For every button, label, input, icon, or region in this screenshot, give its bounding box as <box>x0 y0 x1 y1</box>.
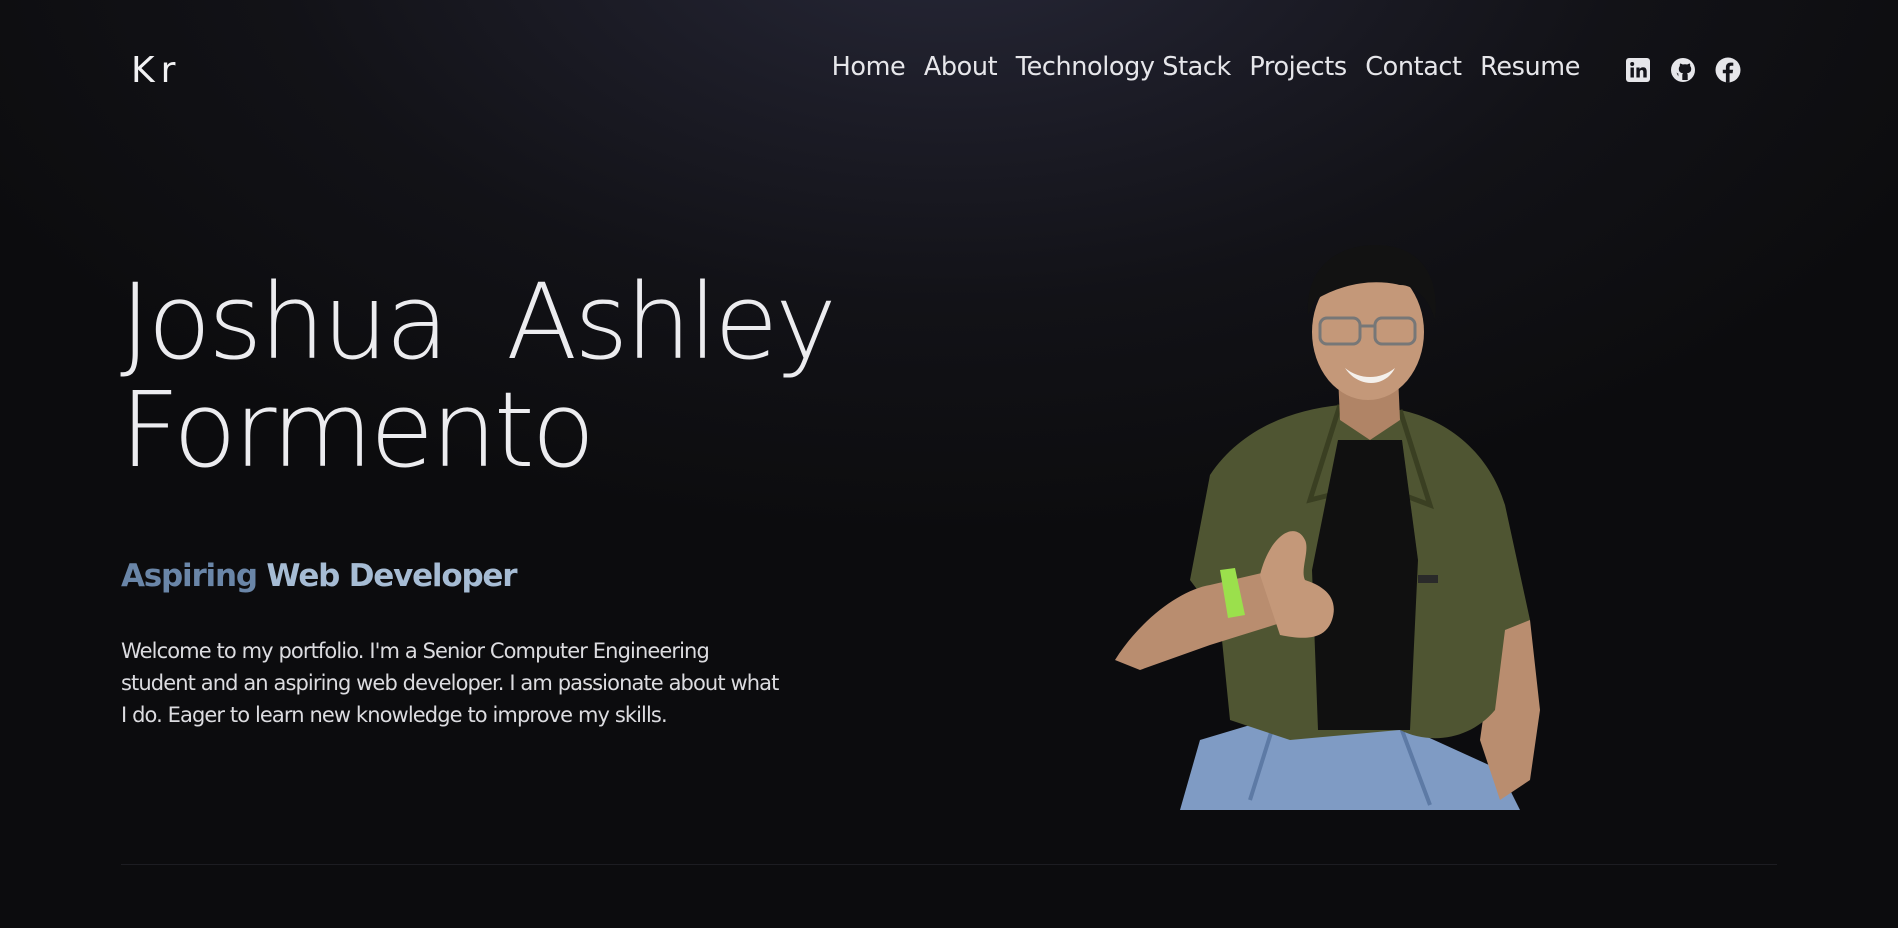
hero-name-line1: Joshua Ashley <box>120 261 837 383</box>
social-links <box>1624 56 1742 84</box>
nav-about[interactable]: About <box>924 52 998 82</box>
nav-contact[interactable]: Contact <box>1365 52 1462 82</box>
subtitle-aspiring: Aspiring <box>121 558 258 594</box>
nav-technology-stack[interactable]: Technology Stack <box>1016 52 1232 82</box>
nav-home[interactable]: Home <box>832 52 906 82</box>
hero-subtitle: Aspiring Web Developer <box>121 558 518 594</box>
main-nav: Home About Technology Stack Projects Con… <box>832 52 1581 82</box>
hero-name: Joshua Ashley Formento <box>120 261 837 491</box>
section-divider <box>121 864 1777 865</box>
facebook-icon[interactable] <box>1714 56 1742 84</box>
site-logo[interactable]: Kr <box>131 50 181 91</box>
hero-intro: Welcome to my portfolio. I'm a Senior Co… <box>121 639 779 727</box>
linkedin-icon[interactable] <box>1624 56 1652 84</box>
github-icon[interactable] <box>1669 56 1697 84</box>
nav-projects[interactable]: Projects <box>1249 52 1347 82</box>
nav-resume[interactable]: Resume <box>1480 52 1580 82</box>
subtitle-role: Web Developer <box>256 558 517 594</box>
profile-photo <box>1115 245 1540 810</box>
hero-name-line2: Formento <box>120 369 595 491</box>
